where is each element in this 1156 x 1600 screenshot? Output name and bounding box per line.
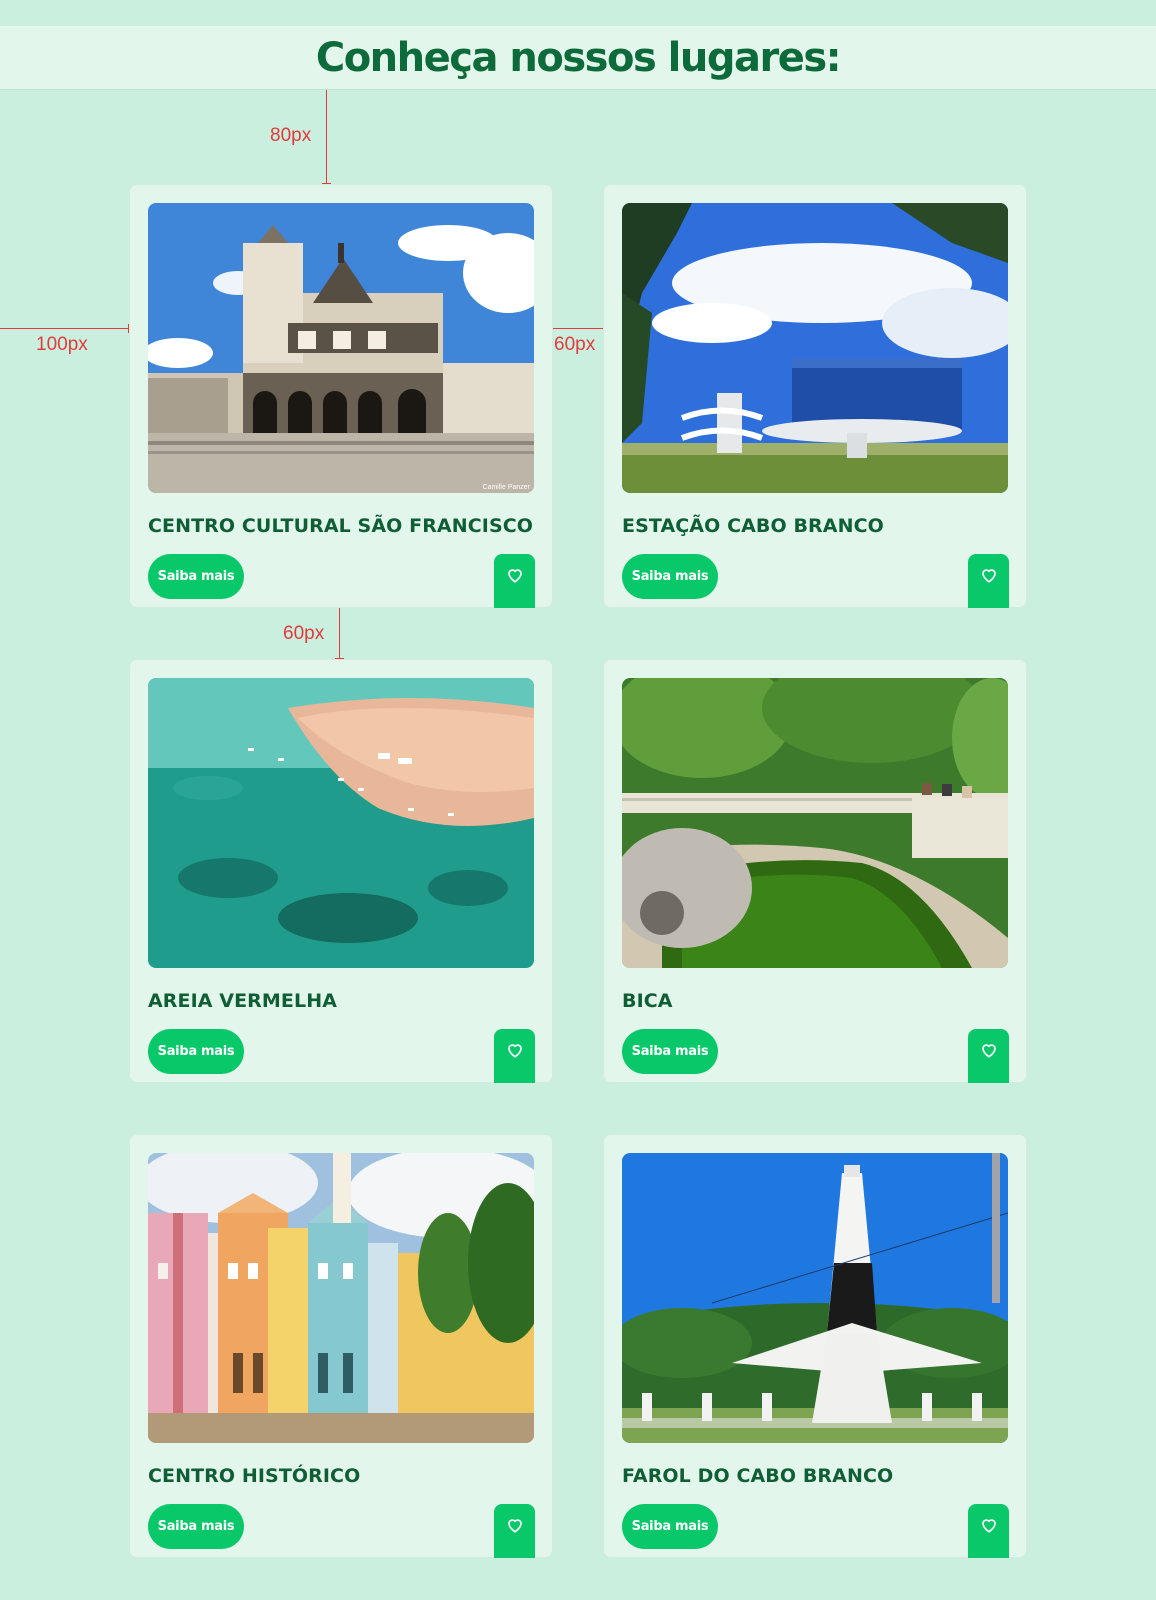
- place-card: AREIA VERMELHA Saiba mais: [129, 659, 553, 1083]
- page-title: Conheça nossos lugares:: [315, 34, 842, 81]
- place-title: AREIA VERMELHA: [148, 990, 338, 1012]
- heart-icon: [981, 569, 996, 583]
- top-gap-line: [326, 90, 327, 184]
- place-photo-historic-center: [148, 1153, 534, 1443]
- favorite-button[interactable]: [494, 554, 535, 608]
- favorite-button[interactable]: [494, 1504, 535, 1558]
- place-title: CENTRO CULTURAL SÃO FRANCISCO: [148, 515, 534, 537]
- row-gap-label: 60px: [283, 623, 325, 644]
- place-card: Camille Panzer CENTRO CULTURAL SÃO FRANC…: [129, 184, 553, 608]
- saiba-mais-button[interactable]: Saiba mais: [148, 554, 244, 599]
- favorite-button[interactable]: [494, 1029, 535, 1083]
- place-photo-church: Camille Panzer: [148, 203, 534, 493]
- place-card: CENTRO HISTÓRICO Saiba mais: [129, 1134, 553, 1558]
- heart-icon: [507, 1519, 522, 1533]
- saiba-mais-button[interactable]: Saiba mais: [622, 1029, 718, 1074]
- heart-icon: [507, 569, 522, 583]
- place-card: FAROL DO CABO BRANCO Saiba mais: [603, 1134, 1027, 1558]
- column-gap-line: [552, 328, 604, 329]
- heart-icon: [981, 1044, 996, 1058]
- top-gap-label: 80px: [270, 125, 312, 146]
- place-card: BICA Saiba mais: [603, 659, 1027, 1083]
- left-margin-label: 100px: [36, 334, 88, 355]
- place-card: ESTAÇÃO CABO BRANCO Saiba mais: [603, 184, 1027, 608]
- heart-icon: [981, 1519, 996, 1533]
- heart-icon: [507, 1044, 522, 1058]
- place-photo-park: [622, 678, 1008, 968]
- place-photo-lighthouse: [622, 1153, 1008, 1443]
- favorite-button[interactable]: [968, 1029, 1009, 1083]
- place-title: ESTAÇÃO CABO BRANCO: [622, 515, 884, 537]
- saiba-mais-button[interactable]: Saiba mais: [148, 1029, 244, 1074]
- place-title: CENTRO HISTÓRICO: [148, 1465, 361, 1487]
- saiba-mais-button[interactable]: Saiba mais: [622, 554, 718, 599]
- page-header: Conheça nossos lugares:: [0, 26, 1156, 90]
- place-title: FAROL DO CABO BRANCO: [622, 1465, 894, 1487]
- left-margin-line: [0, 328, 128, 329]
- photo-credit: Camille Panzer: [483, 484, 531, 491]
- place-title: BICA: [622, 990, 673, 1012]
- column-gap-label: 60px: [554, 334, 596, 355]
- favorite-button[interactable]: [968, 1504, 1009, 1558]
- row-gap-line: [339, 607, 340, 659]
- place-photo-beach: [148, 678, 534, 968]
- place-photo-station: [622, 203, 1008, 493]
- saiba-mais-button[interactable]: Saiba mais: [622, 1504, 718, 1549]
- saiba-mais-button[interactable]: Saiba mais: [148, 1504, 244, 1549]
- favorite-button[interactable]: [968, 554, 1009, 608]
